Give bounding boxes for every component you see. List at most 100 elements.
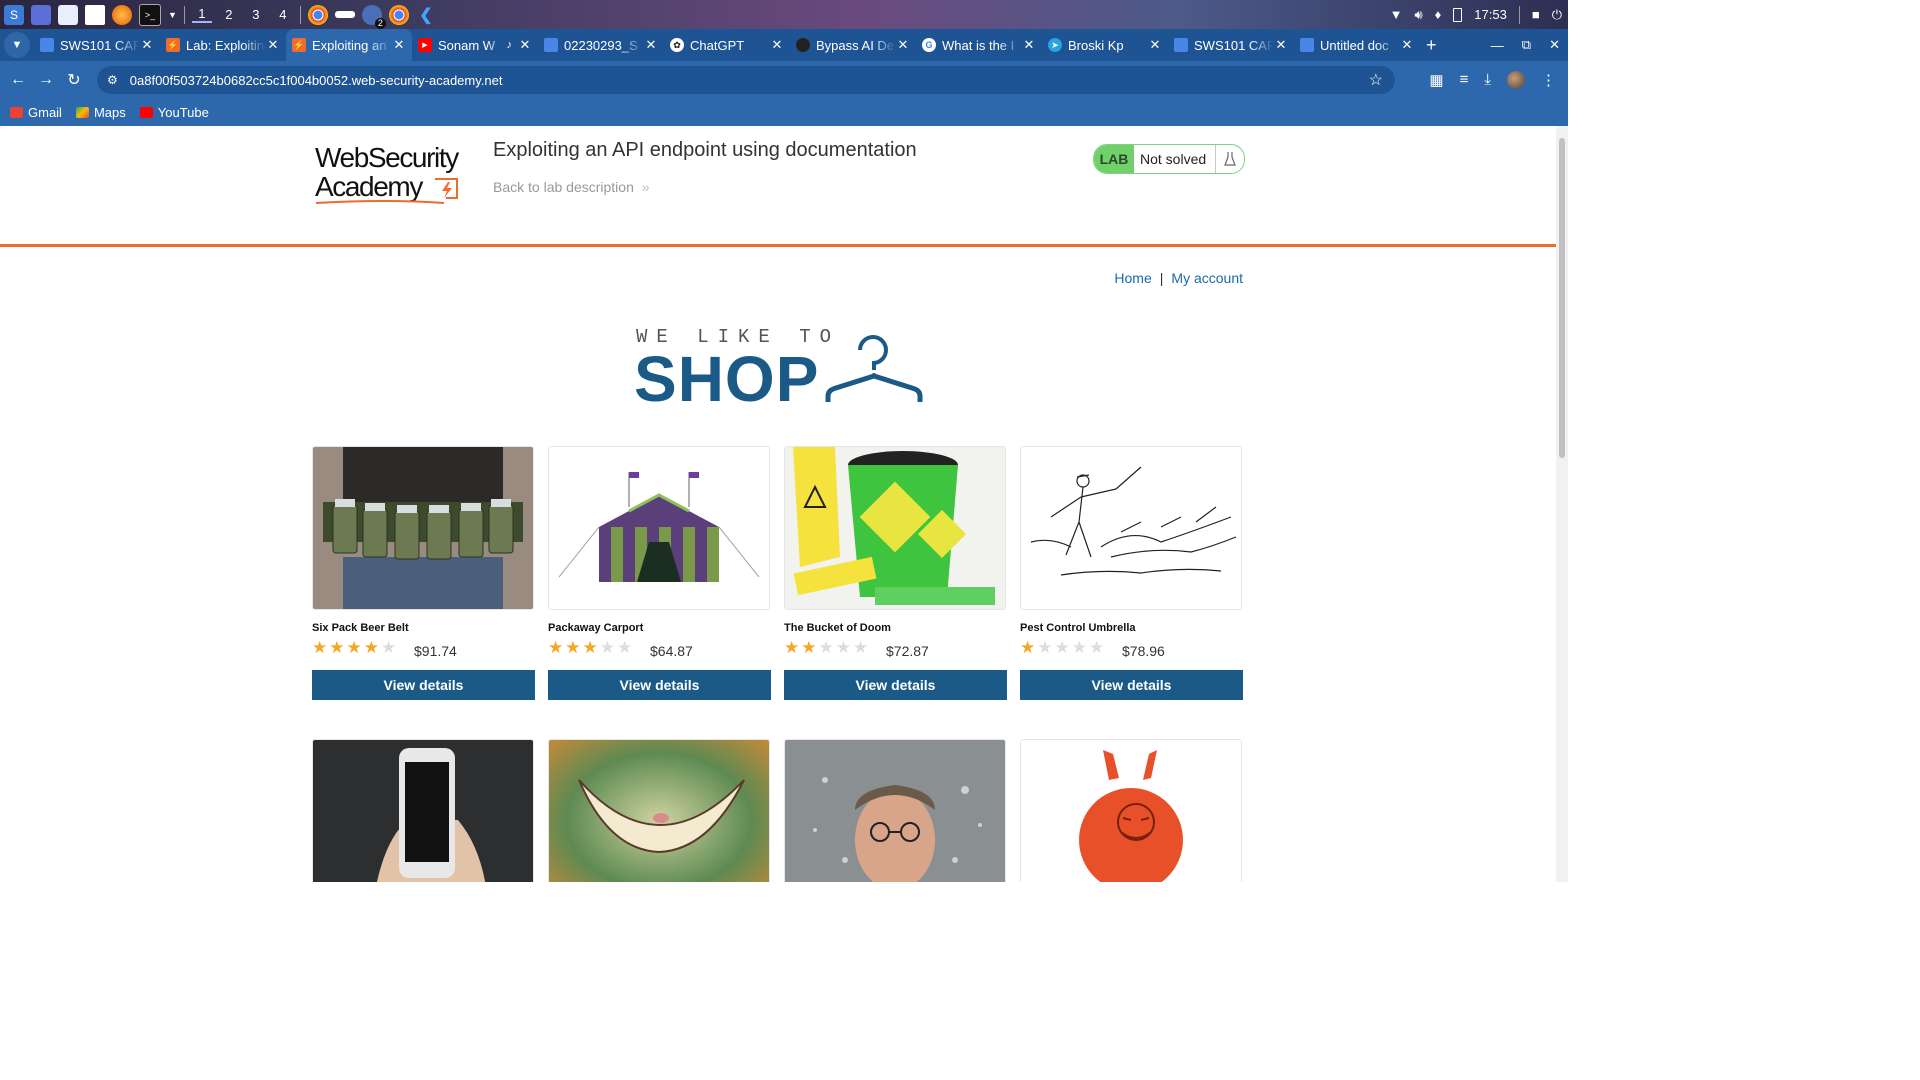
chevron-down-icon[interactable]: ▼ <box>168 10 177 20</box>
volume-icon[interactable]: 🔊︎ <box>1414 7 1422 23</box>
media-controls-icon[interactable]: ≡ <box>1460 71 1469 88</box>
product-price: $91.74 <box>414 643 457 659</box>
menu-kebab-icon[interactable]: ⋮ <box>1541 71 1556 89</box>
power-icon[interactable]: ⏻ <box>1552 7 1562 23</box>
tab-title: SWS101 CAP <box>1194 37 1274 53</box>
bell-icon[interactable]: ♦ <box>1435 7 1442 22</box>
browser-tab[interactable]: ▶ Sonam W ♪ ✕ <box>412 29 538 61</box>
home-link[interactable]: Home <box>1114 270 1151 286</box>
taskbar-separator <box>299 5 301 24</box>
close-icon[interactable]: ✕ <box>392 37 406 53</box>
wifi-icon[interactable]: ▼ <box>1390 7 1403 22</box>
browser-tab[interactable]: Untitled doc ✕ <box>1294 29 1420 61</box>
close-icon[interactable]: ✕ <box>1148 37 1162 53</box>
restore-icon[interactable]: ⧉ <box>1522 37 1531 53</box>
star-icon: ★ <box>1020 638 1036 657</box>
close-icon[interactable]: ✕ <box>770 37 784 53</box>
product-name: The Bucket of Doom <box>784 622 891 634</box>
firefox-icon[interactable] <box>112 4 132 25</box>
vscode-icon[interactable]: ❮ <box>416 5 436 25</box>
new-tab-button[interactable]: + <box>1426 35 1437 56</box>
my-account-link[interactable]: My account <box>1171 270 1243 286</box>
web-security-academy-logo[interactable]: WebSecurity Academy <box>314 143 464 205</box>
star-icon: ★ <box>801 638 817 657</box>
workspace-4[interactable]: 4 <box>273 7 293 22</box>
star-icon: ★ <box>1054 638 1070 657</box>
speaker-icon[interactable]: ♪ <box>507 39 513 51</box>
bookmark-gmail[interactable]: Gmail <box>10 105 62 120</box>
browser-tab[interactable]: 02230293_S ✕ <box>538 29 664 61</box>
tab-title: Lab: Exploiting <box>186 37 266 53</box>
view-details-button[interactable]: View details <box>784 670 1007 700</box>
url-text[interactable]: 0a8f00f503724b0682cc5c1f004b0052.web-sec… <box>130 73 503 88</box>
rating-stars: ★ ★ ★ ★ ★ <box>312 639 396 657</box>
back-button[interactable]: ← <box>4 71 32 89</box>
browser-tab[interactable]: ⚡ Lab: Exploiting ✕ <box>160 29 286 61</box>
browser-tab[interactable]: SWS101 CAP ✕ <box>34 29 160 61</box>
lock-icon[interactable]: ■ <box>1532 7 1540 22</box>
close-window-icon[interactable]: ✕ <box>1549 37 1560 53</box>
site-info-icon[interactable]: ⚙ <box>107 73 118 87</box>
browser-tab-active[interactable]: ⚡ Exploiting an ✕ <box>286 29 412 61</box>
tab-title: What is the I <box>942 37 1015 53</box>
close-icon[interactable]: ✕ <box>644 37 658 53</box>
download-icon[interactable]: ⤓ <box>1484 71 1491 88</box>
bookmark-maps[interactable]: Maps <box>75 105 126 120</box>
window-icon[interactable] <box>334 11 355 18</box>
profile-avatar[interactable] <box>1507 70 1525 89</box>
close-icon[interactable]: ✕ <box>1400 37 1414 53</box>
messenger-icon[interactable]: 2 <box>361 4 386 29</box>
page-scrollbar[interactable] <box>1556 126 1568 882</box>
files-icon[interactable] <box>31 4 51 25</box>
close-icon[interactable]: ✕ <box>266 37 280 53</box>
chrome-icon[interactable] <box>307 4 328 25</box>
tab-search-icon[interactable]: ▼ <box>4 32 30 58</box>
os-taskbar: S >_ ▼ 1 2 3 4 2 ❮ ▼ 🔊︎ ♦ 17:53 ■ ⏻ <box>0 0 1568 29</box>
forward-button[interactable]: → <box>32 71 60 89</box>
product-card <box>548 739 772 882</box>
browser-tab[interactable]: G What is the I ✕ <box>916 29 1042 61</box>
extensions-icon[interactable]: ▦ <box>1429 71 1443 89</box>
scrollbar-thumb[interactable] <box>1559 138 1565 458</box>
close-icon[interactable]: ✕ <box>1022 37 1036 53</box>
browser-tab[interactable]: SWS101 CAP ✕ <box>1168 29 1294 61</box>
address-bar[interactable]: ⚙ 0a8f00f503724b0682cc5c1f004b0052.web-s… <box>97 66 1395 94</box>
view-details-button[interactable]: View details <box>312 670 535 700</box>
docs-icon <box>544 38 558 52</box>
close-icon[interactable]: ✕ <box>1274 37 1288 53</box>
view-details-button[interactable]: View details <box>548 670 771 700</box>
folder-icon[interactable] <box>58 4 78 25</box>
view-details-button[interactable]: View details <box>1020 670 1243 700</box>
reload-button[interactable]: ↻ <box>60 70 88 90</box>
browser-tab[interactable]: ➤ Broski Kp ✕ <box>1042 29 1168 61</box>
chrome-icon[interactable] <box>388 4 409 25</box>
star-icon: ★ <box>346 638 362 657</box>
minimize-icon[interactable]: — <box>1491 38 1504 53</box>
launcher-icon[interactable]: S <box>4 4 24 25</box>
star-icon: ★ <box>617 638 633 657</box>
workspace-2[interactable]: 2 <box>219 7 239 22</box>
workspace-1[interactable]: 1 <box>191 6 212 23</box>
star-icon: ★ <box>312 638 328 657</box>
logo-line2: Academy <box>315 171 423 202</box>
browser-tab[interactable]: Bypass AI De ✕ <box>790 29 916 61</box>
tab-title: 02230293_S <box>564 37 638 53</box>
bookmark-youtube[interactable]: YouTube <box>139 105 209 120</box>
product-price: $64.87 <box>650 643 693 659</box>
lab-status-text: Not solved <box>1140 151 1207 167</box>
close-icon[interactable]: ✕ <box>896 37 910 53</box>
back-to-lab-link[interactable]: Back to lab description » <box>493 179 650 195</box>
maps-icon <box>75 106 89 118</box>
close-icon[interactable]: ✕ <box>518 37 532 53</box>
battery-icon[interactable] <box>1453 7 1463 22</box>
google-icon: G <box>922 38 936 52</box>
workspace-3[interactable]: 3 <box>246 7 266 22</box>
browser-tab[interactable]: ✿ ChatGPT ✕ <box>664 29 790 61</box>
bookmark-star-icon[interactable]: ☆ <box>1369 70 1383 90</box>
close-icon[interactable]: ✕ <box>140 37 154 53</box>
taskbar-separator <box>1518 5 1520 24</box>
terminal-icon[interactable]: >_ <box>139 3 161 26</box>
portswigger-icon: ⚡ <box>292 38 306 52</box>
text-editor-icon[interactable] <box>85 4 105 25</box>
clock[interactable]: 17:53 <box>1474 7 1507 22</box>
